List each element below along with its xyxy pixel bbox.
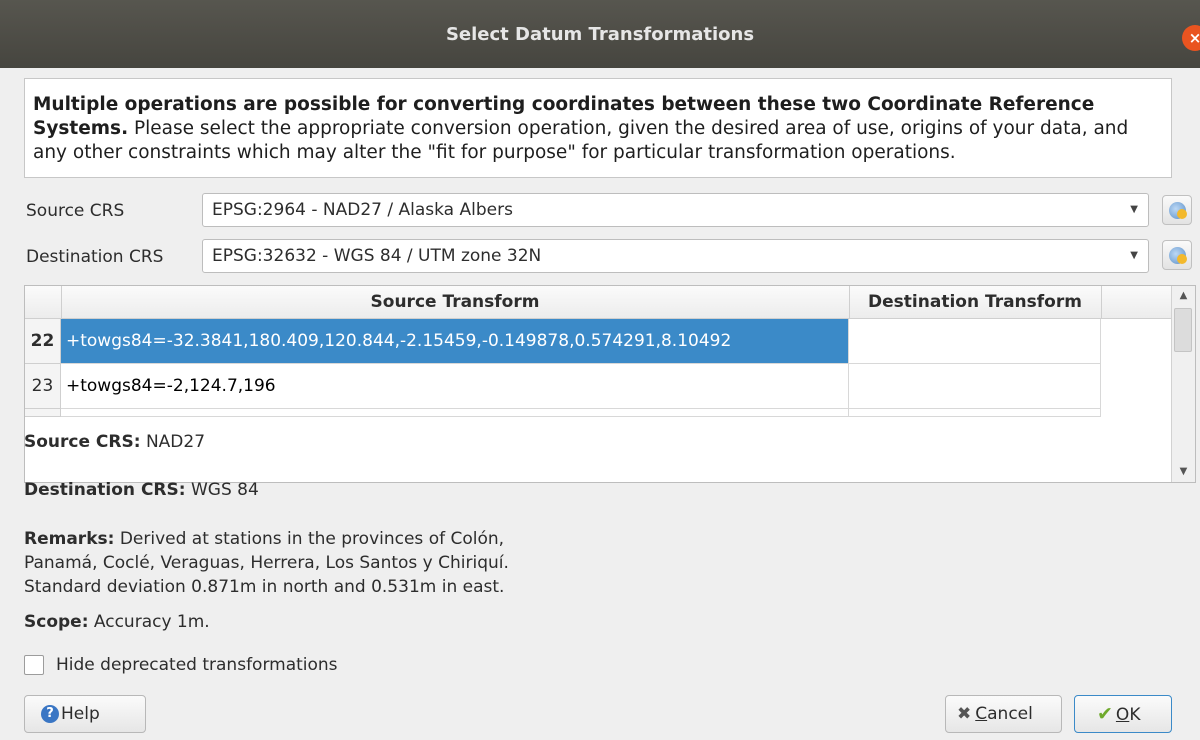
cancel-icon: ✖ bbox=[957, 704, 972, 724]
row-number: 23 bbox=[25, 364, 61, 409]
destination-crs-select-button[interactable] bbox=[1162, 240, 1192, 270]
row-number bbox=[25, 409, 61, 417]
detail-source-crs-label: Source CRS: bbox=[24, 432, 141, 452]
table-row[interactable]: 23 +towgs84=-2,124.7,196 bbox=[25, 364, 1173, 409]
ok-button-label: K bbox=[1129, 705, 1141, 725]
header-destination-transform[interactable]: Destination Transform bbox=[849, 286, 1102, 318]
destination-crs-label: Destination CRS bbox=[26, 247, 164, 267]
source-transform-cell[interactable] bbox=[61, 409, 849, 417]
source-transform-cell[interactable]: +towgs84=-2,124.7,196 bbox=[61, 364, 849, 409]
destination-transform-cell[interactable] bbox=[849, 364, 1101, 409]
cancel-button-label: ancel bbox=[987, 704, 1033, 724]
chevron-down-icon: ▼ bbox=[1130, 204, 1138, 215]
detail-source-crs-value: NAD27 bbox=[140, 432, 206, 452]
scroll-up-icon[interactable]: ▲ bbox=[1172, 288, 1195, 304]
chevron-down-icon: ▼ bbox=[1130, 250, 1138, 261]
detail-scope: Scope: Accuracy 1m. bbox=[24, 610, 210, 634]
detail-remarks-label: Remarks: bbox=[24, 529, 115, 549]
help-icon: ? bbox=[41, 705, 59, 723]
destination-crs-combo[interactable]: EPSG:32632 - WGS 84 / UTM zone 32N ▼ bbox=[202, 239, 1149, 273]
detail-destination-crs-label: Destination CRS: bbox=[24, 480, 186, 500]
source-crs-combo[interactable]: EPSG:2964 - NAD27 / Alaska Albers ▼ bbox=[202, 193, 1149, 227]
cancel-button[interactable]: ✖ Cancel bbox=[945, 695, 1062, 733]
table-row[interactable]: 22 +towgs84=-32.3841,180.409,120.844,-2.… bbox=[25, 319, 1173, 364]
help-button-label: Help bbox=[61, 704, 100, 724]
sun-icon bbox=[1177, 254, 1187, 264]
table-row[interactable] bbox=[25, 409, 1173, 417]
close-icon[interactable]: × bbox=[1182, 25, 1200, 51]
header-source-transform[interactable]: Source Transform bbox=[61, 286, 850, 318]
scroll-down-icon[interactable]: ▼ bbox=[1172, 464, 1195, 480]
dialog-content: Multiple operations are possible for con… bbox=[0, 68, 1200, 740]
sun-icon bbox=[1177, 209, 1187, 219]
destination-transform-cell[interactable] bbox=[849, 409, 1101, 417]
title-bar: Select Datum Transformations × bbox=[0, 0, 1200, 68]
hide-deprecated-checkbox[interactable] bbox=[24, 655, 44, 675]
header-corner bbox=[25, 286, 62, 318]
source-crs-select-button[interactable] bbox=[1162, 195, 1192, 225]
row-number: 22 bbox=[25, 319, 61, 364]
help-button[interactable]: ? Help bbox=[24, 695, 146, 733]
detail-source-crs: Source CRS: NAD27 bbox=[24, 430, 205, 454]
detail-remarks: Remarks: Derived at stations in the prov… bbox=[24, 527, 509, 599]
hide-deprecated-label[interactable]: Hide deprecated transformations bbox=[56, 655, 338, 675]
source-crs-value: EPSG:2964 - NAD27 / Alaska Albers bbox=[212, 200, 513, 220]
dialog-window: Select Datum Transformations × Multiple … bbox=[0, 0, 1200, 740]
detail-remarks-line2: Panamá, Coclé, Veraguas, Herrera, Los Sa… bbox=[24, 553, 509, 573]
detail-remarks-line3: Standard deviation 0.871m in north and 0… bbox=[24, 577, 505, 597]
checkmark-icon: ✔ bbox=[1097, 703, 1113, 725]
info-message-text: Please select the appropriate conversion… bbox=[33, 118, 1129, 163]
dialog-title: Select Datum Transformations bbox=[445, 24, 755, 45]
detail-scope-value: Accuracy 1m. bbox=[88, 612, 210, 632]
cancel-button-mnemonic: C bbox=[975, 704, 988, 724]
source-crs-label: Source CRS bbox=[26, 201, 125, 221]
ok-button[interactable]: ✔ OK bbox=[1074, 695, 1172, 733]
ok-button-mnemonic: O bbox=[1115, 705, 1130, 725]
scrollbar-thumb[interactable] bbox=[1174, 308, 1192, 352]
detail-scope-label: Scope: bbox=[24, 612, 89, 632]
destination-crs-value: EPSG:32632 - WGS 84 / UTM zone 32N bbox=[212, 246, 542, 266]
detail-destination-crs-value: WGS 84 bbox=[185, 480, 259, 500]
destination-transform-cell[interactable] bbox=[849, 319, 1101, 364]
table-header: Source Transform Destination Transform bbox=[25, 286, 1173, 319]
source-transform-cell[interactable]: +towgs84=-32.3841,180.409,120.844,-2.154… bbox=[61, 319, 849, 364]
table-scrollbar[interactable]: ▲ ▼ bbox=[1171, 286, 1195, 482]
detail-destination-crs: Destination CRS: WGS 84 bbox=[24, 478, 259, 502]
detail-remarks-line1: Derived at stations in the provinces of … bbox=[114, 529, 505, 549]
info-message: Multiple operations are possible for con… bbox=[24, 78, 1172, 178]
